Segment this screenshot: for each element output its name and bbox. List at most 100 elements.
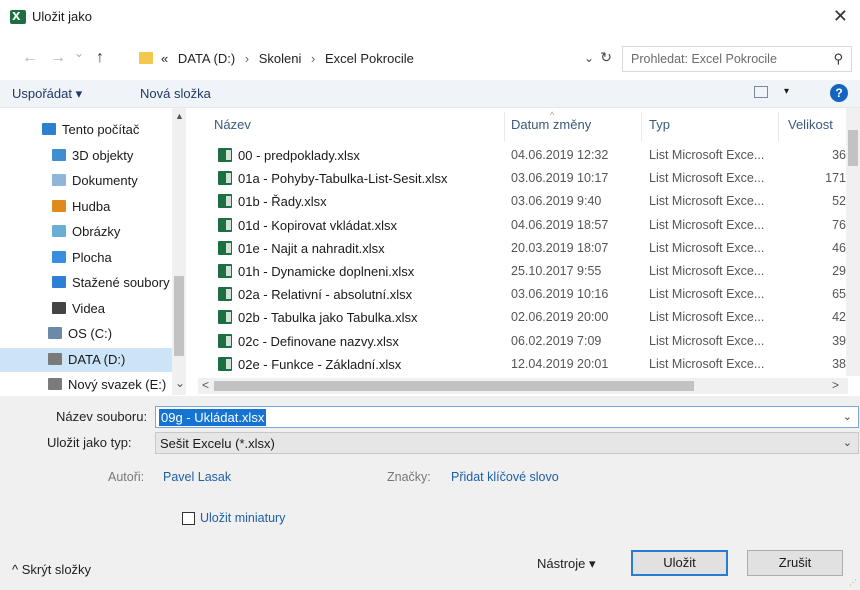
resize-grip-icon[interactable]: ⋰ [849, 578, 857, 587]
file-row[interactable]: 01a - Pohyby-Tabulka-List-Sesit.xlsx 03.0… [198, 167, 848, 190]
column-header-name[interactable]: Název [214, 117, 251, 132]
view-dropdown-icon[interactable]: ▾ [784, 86, 789, 97]
close-icon[interactable]: ✕ [833, 6, 848, 27]
scroll-down-icon[interactable]: ⌄ [175, 376, 185, 390]
window-title: Uložit jako [32, 9, 92, 24]
search-input[interactable]: Prohledat: Excel Pokrocile ⚲ [622, 46, 852, 72]
file-type: List Microsoft Exce... [649, 148, 765, 162]
filename-dropdown-icon[interactable]: ⌄ [843, 410, 852, 423]
file-size: 42 [832, 310, 846, 325]
drive-e-icon [48, 378, 62, 390]
file-size: 65 [832, 287, 846, 302]
file-row[interactable]: 01d - Kopirovat vkládat.xlsx 04.06.2019 1… [198, 214, 848, 237]
sidebar-item[interactable]: Stažené soubory [0, 271, 172, 295]
sidebar-item[interactable]: Videa [0, 297, 172, 321]
scroll-right-icon[interactable]: > [832, 378, 839, 392]
file-row[interactable]: 01b - Řady.xlsx 03.06.2019 9:40 List Micro… [198, 190, 848, 213]
view-options-icon[interactable] [754, 86, 768, 98]
file-type: List Microsoft Exce... [649, 264, 765, 278]
file-row[interactable]: 01h - Dynamicke doplneni.xlsx 25.10.2017 … [198, 260, 848, 283]
file-row[interactable]: 00 - predpoklady.xlsx 04.06.2019 12:32 Lis… [198, 144, 848, 167]
excel-file-icon [218, 264, 232, 278]
column-divider[interactable] [641, 112, 642, 142]
nav-scrollbar[interactable]: ▲ ⌄ [172, 108, 186, 395]
filename-field[interactable]: 09g - Ukládat.xlsx ⌄ [155, 406, 859, 428]
savetype-select[interactable]: Sešit Excelu (*.xlsx) ⌄ [155, 432, 859, 454]
file-size: 76 [832, 217, 846, 232]
cancel-button[interactable]: Zrušit [747, 550, 843, 576]
file-row[interactable]: 02c - Definovane nazvy.xlsx 06.02.2019 7:… [198, 330, 848, 353]
address-dropdown-icon[interactable]: ⌄ [584, 51, 594, 65]
excel-app-icon [10, 10, 26, 24]
pictures-icon [52, 225, 66, 237]
sidebar-item[interactable]: 3D objekty [0, 144, 172, 168]
file-name: 01h - Dynamicke doplneni.xlsx [238, 264, 415, 279]
organize-button[interactable]: Uspořádat ▾ [12, 86, 82, 102]
file-date: 04.06.2019 12:32 [511, 148, 609, 162]
breadcrumb-separator-icon[interactable]: › [311, 51, 315, 66]
column-header-type[interactable]: Typ [649, 117, 670, 132]
column-divider[interactable] [504, 112, 505, 142]
column-header-size[interactable]: Velikost [788, 117, 833, 132]
column-divider[interactable] [778, 112, 779, 142]
tags-field[interactable]: Přidat klíčové slovo [451, 470, 559, 484]
tools-dropdown[interactable]: Nástroje ▾ [537, 556, 596, 572]
excel-file-icon [218, 287, 232, 302]
breadcrumb-item-drive[interactable]: DATA (D:) [178, 51, 235, 66]
scroll-left-icon[interactable]: < [202, 378, 209, 392]
authors-field[interactable]: Pavel Lasak [163, 470, 231, 484]
list-vscroll-thumb[interactable] [848, 130, 858, 166]
list-vertical-scrollbar[interactable] [846, 108, 860, 376]
file-row[interactable]: 01e - Najit a nahradit.xlsx 20.03.2019 18… [198, 237, 848, 260]
breadcrumb-overflow[interactable]: « [161, 51, 168, 66]
sidebar-item[interactable]: Nový svazek (E:) [0, 373, 172, 397]
back-arrow-icon[interactable]: ← [22, 49, 38, 67]
list-horizontal-scrollbar[interactable]: < > [198, 378, 848, 394]
file-name: 01a - Pohyby-Tabulka-List-Sesit.xlsx [238, 171, 448, 187]
music-icon [52, 199, 66, 212]
sidebar-item[interactable]: Plocha [0, 246, 172, 270]
breadcrumb-item-current[interactable]: Excel Pokrocile [325, 51, 414, 66]
excel-file-icon [218, 217, 232, 232]
sidebar-item[interactable]: Tento počítač [0, 118, 172, 142]
save-thumbnail-checkbox[interactable] [182, 512, 195, 525]
search-icon[interactable]: ⚲ [833, 51, 843, 67]
file-list: ^ Název Datum změny Typ Velikost 00 - pr… [198, 108, 860, 395]
sidebar-item-label: DATA (D:) [68, 351, 126, 367]
up-arrow-icon[interactable]: ↑ [96, 49, 104, 67]
hide-folders-button[interactable]: ^ Skrýt složky [12, 562, 91, 577]
savetype-dropdown-icon[interactable]: ⌄ [843, 436, 852, 449]
file-date: 04.06.2019 18:57 [511, 217, 609, 232]
refresh-icon[interactable]: ↻ [600, 49, 612, 66]
file-date: 06.02.2019 7:09 [511, 333, 602, 348]
filename-value[interactable]: 09g - Ukládat.xlsx [159, 409, 267, 426]
forward-arrow-icon[interactable]: → [50, 49, 66, 67]
file-type: List Microsoft Exce... [649, 194, 765, 209]
help-icon[interactable]: ? [830, 84, 848, 102]
list-hscroll-thumb[interactable] [214, 381, 694, 391]
scroll-up-icon[interactable]: ▲ [175, 111, 184, 121]
sidebar-item[interactable]: Hudba [0, 195, 172, 219]
navigation-pane: Tento počítač 3D objekty Dokumenty Hudba Obr… [0, 108, 186, 395]
save-button[interactable]: Uložit [631, 550, 728, 576]
sidebar-item[interactable]: Obrázky [0, 220, 172, 244]
file-row[interactable]: 02a - Relativní - absolutní.xlsx 03.06.20… [198, 283, 848, 306]
sidebar-item[interactable]: DATA (D:) [0, 347, 172, 372]
sidebar-item-label: Obrázky [72, 224, 121, 239]
file-name: 02c - Definovane nazvy.xlsx [238, 333, 399, 349]
desktop-icon [52, 250, 66, 263]
recent-locations-chevron-icon[interactable]: ⌄ [74, 46, 84, 60]
save-thumbnail-label[interactable]: Uložit miniatury [200, 511, 285, 525]
sidebar-item[interactable]: Dokumenty [0, 169, 172, 193]
sidebar-item[interactable]: OS (C:) [0, 322, 172, 346]
file-row[interactable]: 02b - Tabulka jako Tabulka.xlsx 02.06.201… [198, 306, 848, 329]
breadcrumb-item-skoleni[interactable]: Skoleni [259, 51, 302, 66]
column-header-date[interactable]: Datum změny [511, 117, 591, 132]
downloads-icon [52, 276, 66, 288]
breadcrumb-separator-icon[interactable]: › [245, 51, 249, 66]
file-row[interactable]: 02e - Funkce - Základní.xlsx 12.04.2019 2… [198, 353, 848, 376]
address-bar[interactable]: « DATA (D:) › Skoleni › Excel Pokrocile … [133, 46, 616, 72]
nav-scroll-thumb[interactable] [174, 276, 184, 356]
file-name: 01e - Najit a nahradit.xlsx [238, 240, 385, 256]
new-folder-button[interactable]: Nová složka [140, 86, 211, 101]
